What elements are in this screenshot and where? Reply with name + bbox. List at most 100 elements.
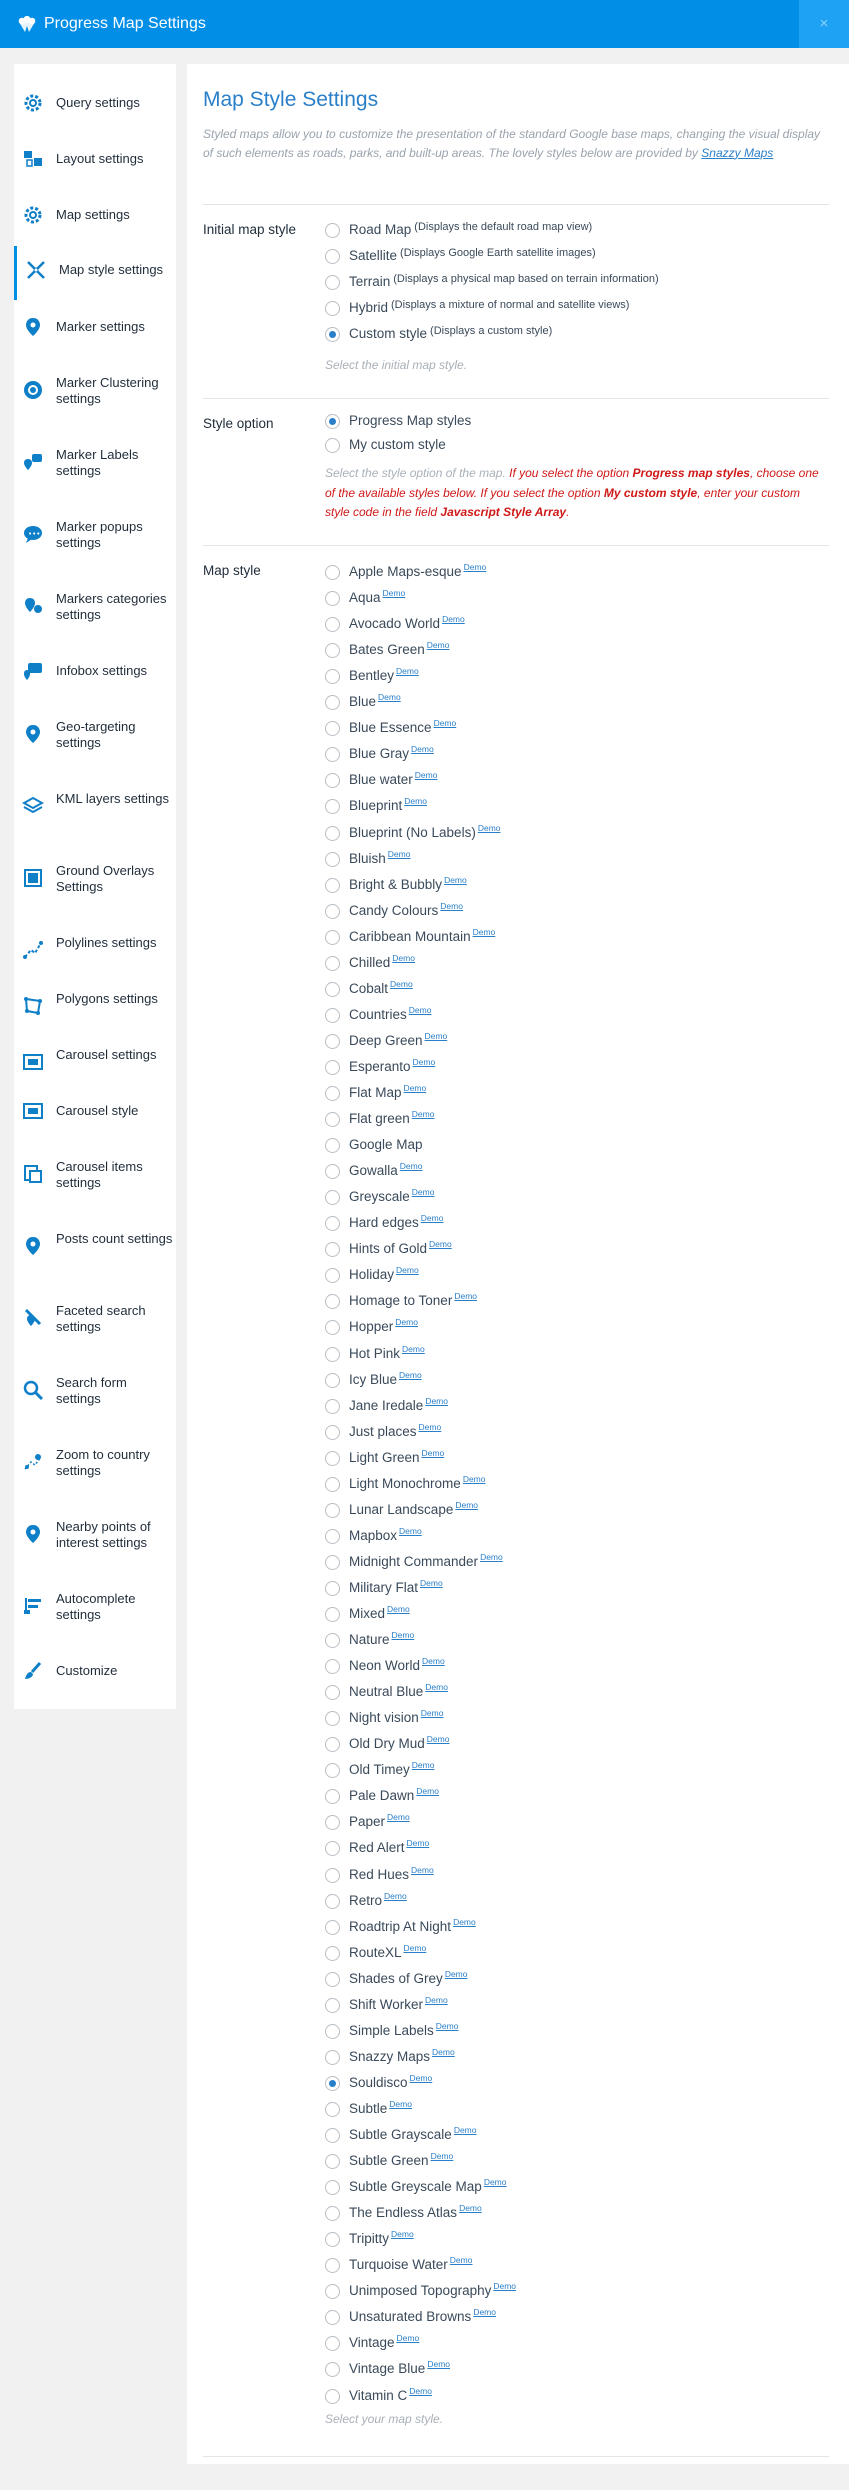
demo-link[interactable]: Demo — [493, 2281, 516, 2291]
close-button[interactable]: × — [799, 0, 849, 48]
radio-icon[interactable] — [325, 1216, 340, 1232]
radio-icon[interactable] — [325, 2258, 340, 2274]
demo-link[interactable]: Demo — [450, 2255, 473, 2265]
radio-icon[interactable] — [325, 1112, 340, 1128]
demo-link[interactable]: Demo — [432, 2047, 455, 2057]
radio-icon[interactable] — [325, 1789, 340, 1805]
radio-icon[interactable] — [325, 437, 340, 453]
sidebar-item[interactable]: Carousel items settings — [14, 1154, 176, 1194]
sidebar-item[interactable]: KML layers settings — [14, 786, 176, 826]
radio-icon[interactable] — [325, 617, 340, 633]
radio-icon[interactable] — [325, 1346, 340, 1362]
sidebar-item[interactable]: Search form settings — [14, 1370, 176, 1410]
sidebar-item[interactable]: Carousel settings — [14, 1042, 176, 1082]
radio-icon[interactable] — [325, 1893, 340, 1909]
radio-icon[interactable] — [325, 1971, 340, 1987]
demo-link[interactable]: Demo — [429, 1239, 452, 1249]
radio-icon[interactable] — [325, 2180, 340, 2196]
sidebar-item[interactable]: Marker Labels settings — [14, 442, 176, 482]
demo-link[interactable]: Demo — [473, 927, 496, 937]
radio-icon[interactable] — [325, 669, 340, 685]
radio-icon[interactable] — [325, 1164, 340, 1180]
radio-icon[interactable] — [325, 2284, 340, 2300]
demo-link[interactable]: Demo — [389, 2099, 412, 2109]
radio-icon[interactable] — [325, 1528, 340, 1544]
demo-link[interactable]: Demo — [427, 2359, 450, 2369]
demo-link[interactable]: Demo — [444, 875, 467, 885]
sidebar-item[interactable]: Posts count settings — [14, 1226, 176, 1266]
demo-link[interactable]: Demo — [402, 1344, 425, 1354]
radio-icon[interactable] — [325, 1737, 340, 1753]
radio-icon[interactable] — [325, 1867, 340, 1883]
demo-link[interactable]: Demo — [427, 640, 450, 650]
demo-link[interactable]: Demo — [411, 1865, 434, 1875]
radio-selected-icon[interactable] — [325, 327, 340, 342]
radio-icon[interactable] — [325, 2362, 340, 2378]
sidebar-item[interactable]: Carousel style — [14, 1098, 176, 1124]
demo-link[interactable]: Demo — [378, 692, 401, 702]
snazzy-maps-link[interactable]: Snazzy Maps — [701, 146, 773, 160]
demo-link[interactable]: Demo — [459, 2203, 482, 2213]
demo-link[interactable]: Demo — [427, 1734, 450, 1744]
demo-link[interactable]: Demo — [440, 901, 463, 911]
demo-link[interactable]: Demo — [431, 2151, 454, 2161]
demo-link[interactable]: Demo — [388, 849, 411, 859]
sidebar-item[interactable]: Faceted search settings — [14, 1298, 176, 1338]
sidebar-item[interactable]: Nearby points of interest settings — [14, 1514, 176, 1554]
demo-link[interactable]: Demo — [396, 1265, 419, 1275]
demo-link[interactable]: Demo — [420, 1578, 443, 1588]
demo-link[interactable]: Demo — [407, 1838, 430, 1848]
demo-link[interactable]: Demo — [425, 1682, 448, 1692]
demo-link[interactable]: Demo — [411, 744, 434, 754]
radio-icon[interactable] — [325, 1190, 340, 1206]
radio-icon[interactable] — [325, 275, 340, 290]
demo-link[interactable]: Demo — [422, 1448, 445, 1458]
demo-link[interactable]: Demo — [392, 1630, 415, 1640]
sidebar-item[interactable]: Marker Clustering settings — [14, 370, 176, 410]
demo-link[interactable]: Demo — [422, 1656, 445, 1666]
demo-link[interactable]: Demo — [413, 1057, 436, 1067]
radio-icon[interactable] — [325, 1554, 340, 1570]
demo-link[interactable]: Demo — [410, 2073, 433, 2083]
radio-icon[interactable] — [325, 877, 340, 893]
demo-link[interactable]: Demo — [400, 1161, 423, 1171]
demo-link[interactable]: Demo — [404, 1083, 427, 1093]
demo-link[interactable]: Demo — [480, 1552, 503, 1562]
radio-icon[interactable] — [325, 1997, 340, 2013]
radio-icon[interactable] — [325, 1138, 340, 1154]
demo-link[interactable]: Demo — [425, 1396, 448, 1406]
radio-icon[interactable] — [325, 1659, 340, 1675]
demo-link[interactable]: Demo — [421, 1213, 444, 1223]
demo-link[interactable]: Demo — [399, 1526, 422, 1536]
demo-link[interactable]: Demo — [421, 1708, 444, 1718]
radio-icon[interactable] — [325, 2232, 340, 2248]
radio-icon[interactable] — [325, 1580, 340, 1596]
radio-icon[interactable] — [325, 1919, 340, 1935]
demo-link[interactable]: Demo — [412, 1760, 435, 1770]
radio-icon[interactable] — [325, 1086, 340, 1101]
demo-link[interactable]: Demo — [397, 2333, 420, 2343]
demo-link[interactable]: Demo — [436, 2021, 459, 2031]
radio-icon[interactable] — [325, 1763, 340, 1779]
radio-icon[interactable] — [325, 1268, 340, 1284]
radio-icon[interactable] — [325, 955, 340, 971]
radio-icon[interactable] — [325, 695, 340, 711]
radio-icon[interactable] — [325, 2388, 340, 2404]
radio-icon[interactable] — [325, 591, 340, 607]
radio-icon[interactable] — [325, 2049, 340, 2065]
radio-icon[interactable] — [325, 721, 340, 737]
demo-link[interactable]: Demo — [484, 2177, 507, 2187]
demo-link[interactable]: Demo — [442, 614, 465, 624]
demo-link[interactable]: Demo — [425, 1031, 448, 1041]
demo-link[interactable]: Demo — [404, 1943, 427, 1953]
demo-link[interactable]: Demo — [395, 1317, 418, 1327]
radio-icon[interactable] — [325, 1242, 340, 1258]
demo-link[interactable]: Demo — [434, 718, 457, 728]
radio-icon[interactable] — [325, 1815, 340, 1831]
radio-icon[interactable] — [325, 1607, 340, 1622]
demo-link[interactable]: Demo — [419, 1422, 442, 1432]
radio-icon[interactable] — [325, 747, 340, 763]
demo-link[interactable]: Demo — [478, 823, 501, 833]
radio-icon[interactable] — [325, 565, 340, 580]
demo-link[interactable]: Demo — [409, 1005, 432, 1015]
